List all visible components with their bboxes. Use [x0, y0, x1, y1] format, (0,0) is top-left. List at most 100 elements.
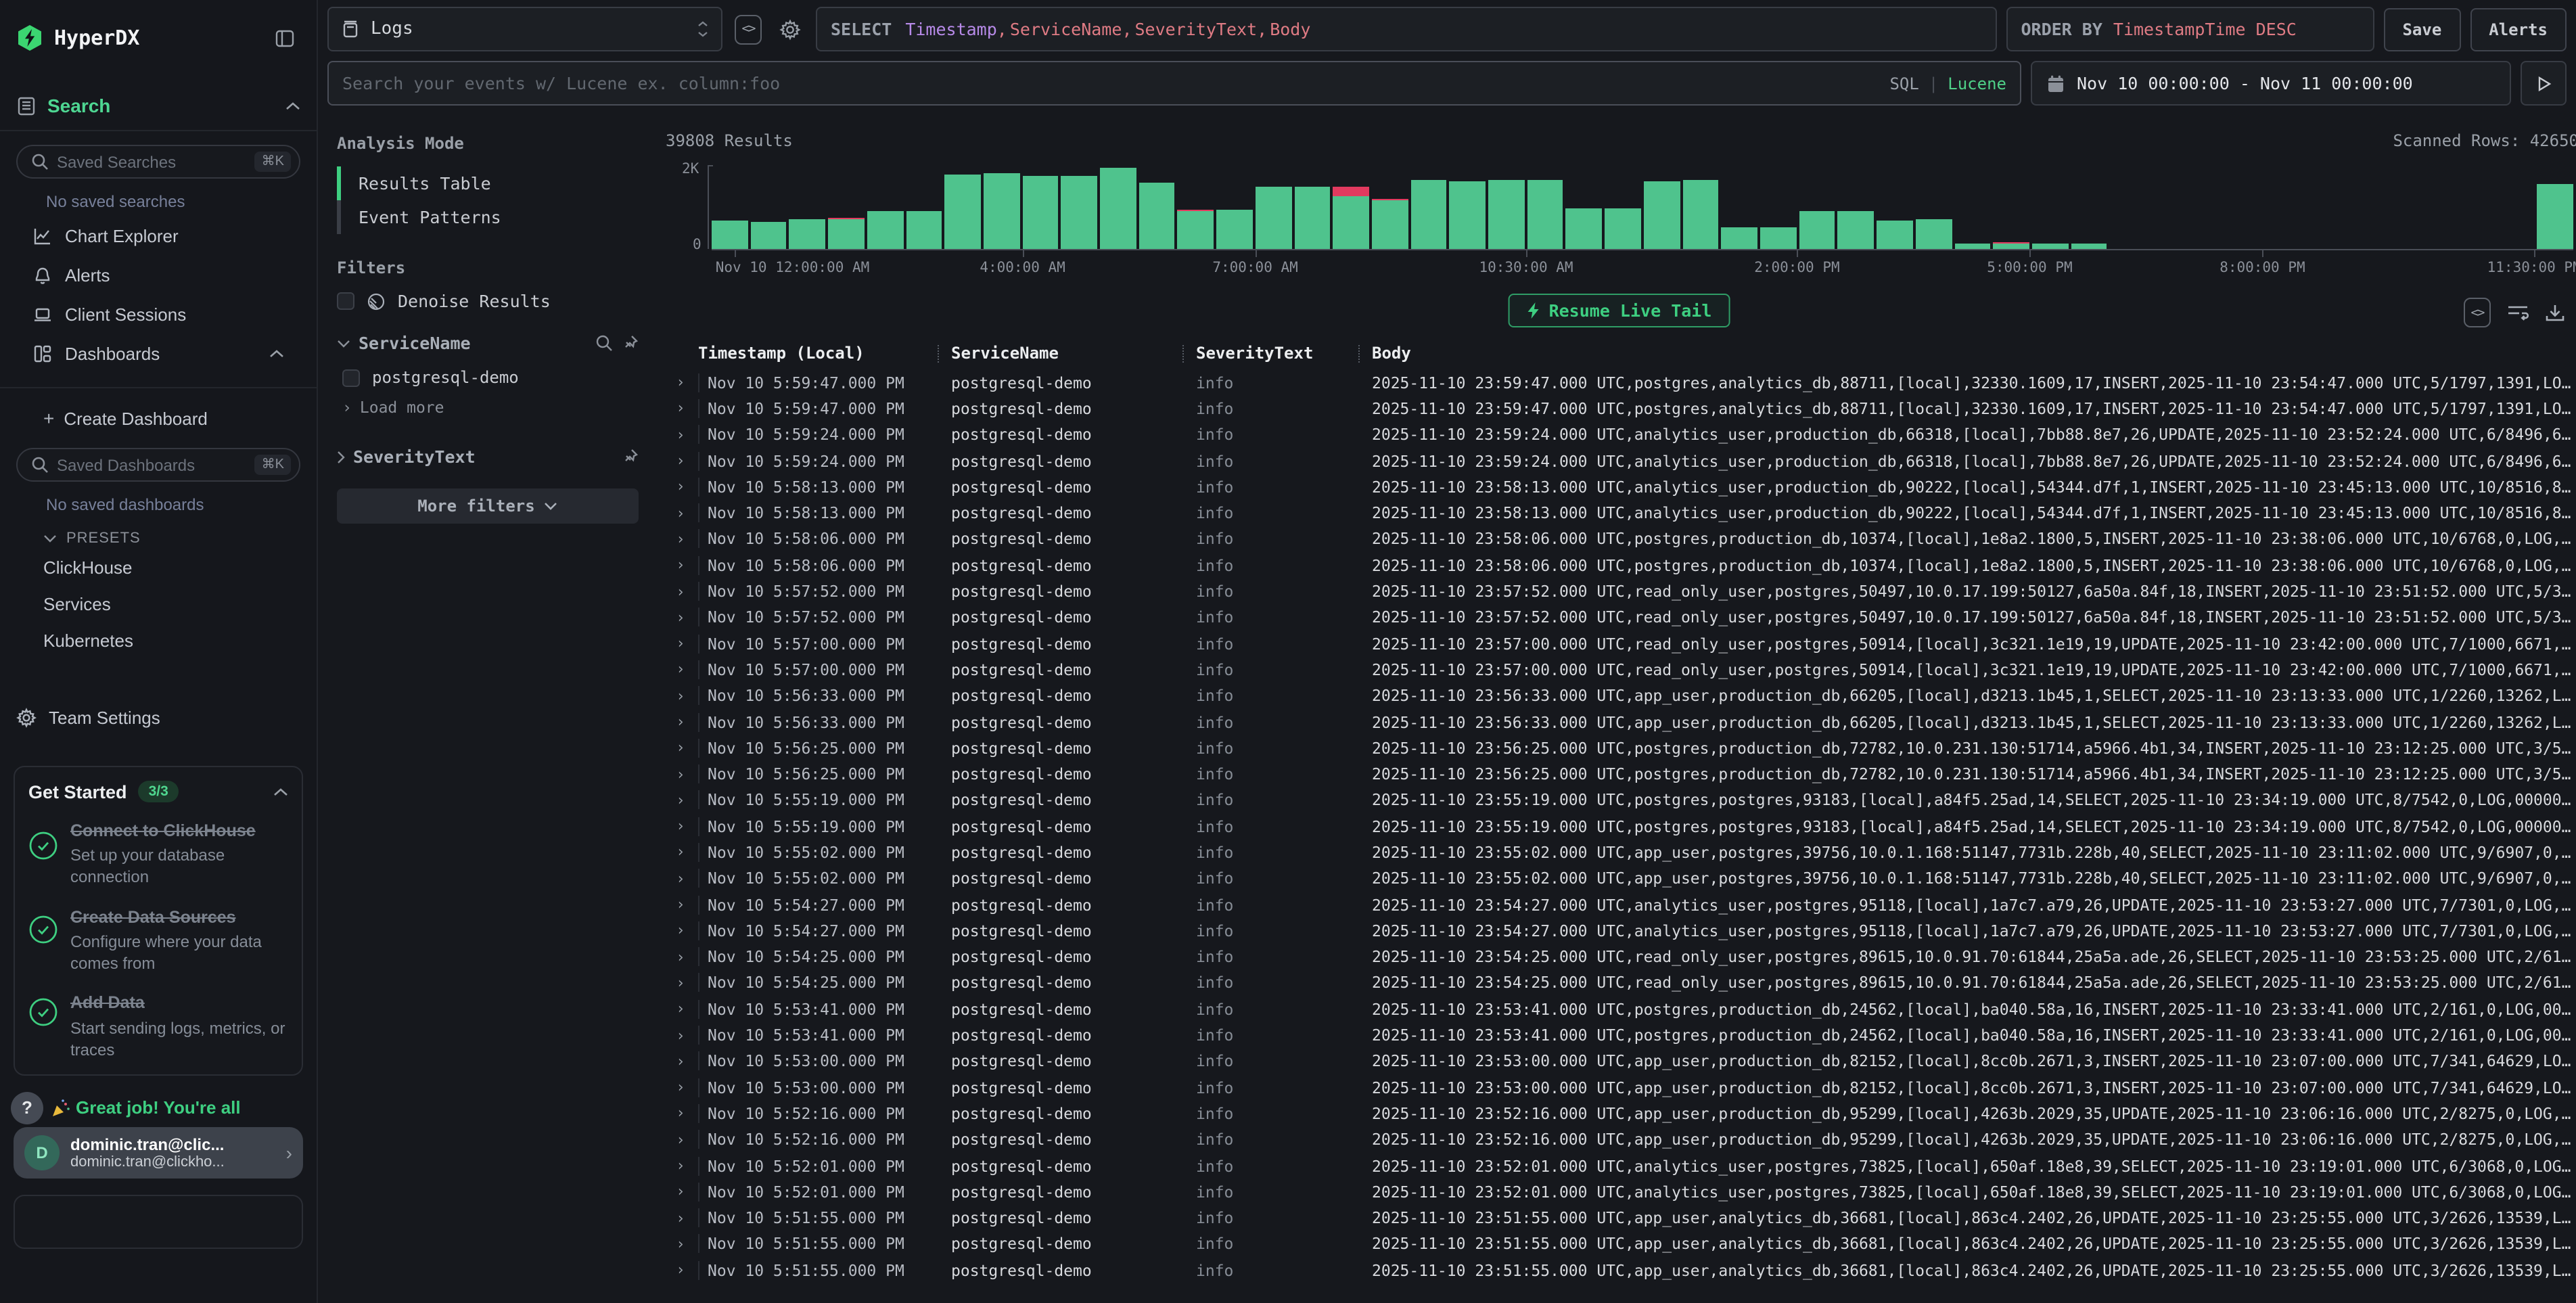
saved-dashboards-input[interactable]: [57, 455, 247, 474]
table-row[interactable]: ›Nov 10 5:52:01.000 PMpostgresql-demoinf…: [663, 1179, 2576, 1205]
table-row[interactable]: ›Nov 10 5:57:52.000 PMpostgresql-demoinf…: [663, 578, 2576, 605]
table-row[interactable]: ›Nov 10 5:54:27.000 PMpostgresql-demoinf…: [663, 917, 2576, 944]
orderby-input[interactable]: ORDER BY TimestampTime DESC: [2006, 7, 2374, 51]
col-servicename[interactable]: ServiceName: [951, 344, 1059, 363]
histogram-bar[interactable]: [1216, 210, 1252, 249]
row-expand-icon[interactable]: ›: [663, 1078, 698, 1096]
row-expand-icon[interactable]: ›: [663, 792, 698, 809]
histogram-bar[interactable]: [1488, 179, 1524, 249]
event-search-box[interactable]: SQL | Lucene: [327, 61, 2021, 106]
facet-value-postgresql-demo[interactable]: postgresql-demo: [337, 364, 639, 391]
row-expand-icon[interactable]: ›: [663, 1001, 698, 1018]
row-expand-icon[interactable]: ›: [663, 974, 698, 992]
histogram-bar[interactable]: [1450, 181, 1486, 249]
mode-results-table[interactable]: Results Table: [337, 166, 639, 200]
histogram-bar[interactable]: [1566, 209, 1602, 249]
histogram-bar[interactable]: [1722, 227, 1757, 249]
histogram-bar[interactable]: [1372, 199, 1408, 249]
histogram-bar[interactable]: [1682, 181, 1718, 249]
checkbox[interactable]: [337, 292, 354, 310]
facet-severitytext[interactable]: SeverityText: [337, 447, 639, 467]
histogram-bar[interactable]: [1838, 210, 1874, 249]
table-row[interactable]: ›Nov 10 5:55:19.000 PMpostgresql-demoinf…: [663, 813, 2576, 840]
events-histogram[interactable]: 2K 0 Nov 10 12:00:00 AM4:00:00 AM7:00:00…: [663, 161, 2573, 280]
row-expand-icon[interactable]: ›: [663, 1105, 698, 1122]
row-expand-icon[interactable]: ›: [663, 765, 698, 783]
col-severitytext[interactable]: SeverityText: [1196, 344, 1313, 363]
histogram-bar[interactable]: [1527, 181, 1563, 249]
presets-toggle[interactable]: PRESETS: [16, 520, 300, 549]
column-resize-handle[interactable]: [1182, 344, 1184, 362]
row-expand-icon[interactable]: ›: [663, 1183, 698, 1201]
histogram-bar[interactable]: [1760, 227, 1796, 249]
histogram-bar[interactable]: [2032, 244, 2068, 249]
table-row[interactable]: ›Nov 10 5:56:33.000 PMpostgresql-demoinf…: [663, 683, 2576, 709]
table-row[interactable]: ›Nov 10 5:54:25.000 PMpostgresql-demoinf…: [663, 944, 2576, 970]
sidebar-item-chart-explorer[interactable]: Chart Explorer: [16, 216, 300, 256]
histogram-bar[interactable]: [1954, 244, 1990, 249]
histogram-bar[interactable]: [1799, 211, 1835, 249]
row-expand-icon[interactable]: ›: [663, 870, 698, 888]
histogram-bar[interactable]: [1061, 176, 1097, 249]
row-expand-icon[interactable]: ›: [663, 400, 698, 417]
row-expand-icon[interactable]: ›: [663, 817, 698, 835]
table-row[interactable]: ›Nov 10 5:57:00.000 PMpostgresql-demoinf…: [663, 631, 2576, 657]
source-settings-button[interactable]: [774, 13, 806, 45]
row-expand-icon[interactable]: ›: [663, 687, 698, 704]
histogram-bar[interactable]: [1178, 210, 1214, 249]
table-row[interactable]: ›Nov 10 5:52:16.000 PMpostgresql-demoinf…: [663, 1101, 2576, 1127]
histogram-bar[interactable]: [1410, 181, 1446, 249]
saved-searches-box[interactable]: ⌘K: [16, 145, 300, 179]
histogram-bar[interactable]: [1294, 187, 1330, 249]
select-columns-input[interactable]: SELECT Timestamp ServiceName SeverityTex…: [816, 7, 1996, 51]
histogram-bar[interactable]: [1605, 208, 1640, 249]
table-row[interactable]: ›Nov 10 5:51:55.000 PMpostgresql-demoinf…: [663, 1205, 2576, 1231]
sidebar-item-client-sessions[interactable]: Client Sessions: [16, 295, 300, 334]
table-row[interactable]: ›Nov 10 5:53:41.000 PMpostgresql-demoinf…: [663, 1022, 2576, 1049]
event-search-input[interactable]: [342, 73, 1879, 93]
mode-event-patterns[interactable]: Event Patterns: [337, 200, 639, 234]
sidebar-item-team-settings[interactable]: Team Settings: [0, 689, 317, 747]
row-expand-icon[interactable]: ›: [663, 661, 698, 679]
more-filters-button[interactable]: More filters: [337, 488, 639, 524]
row-expand-icon[interactable]: ›: [663, 1131, 698, 1149]
histogram-bar[interactable]: [1993, 242, 2029, 249]
row-expand-icon[interactable]: ›: [663, 556, 698, 574]
facet-pin-icon[interactable]: [621, 448, 639, 465]
table-row[interactable]: ›Nov 10 5:59:24.000 PMpostgresql-demoinf…: [663, 421, 2576, 448]
sidebar-collapse-icon[interactable]: [268, 22, 300, 54]
preset-kubernetes[interactable]: Kubernetes: [16, 622, 300, 659]
column-resize-handle[interactable]: [1358, 344, 1360, 362]
row-expand-icon[interactable]: ›: [663, 1157, 698, 1174]
histogram-bar[interactable]: [789, 219, 825, 249]
alerts-button[interactable]: Alerts: [2470, 7, 2567, 51]
histogram-bar[interactable]: [906, 211, 942, 249]
col-timestamp[interactable]: Timestamp (Local): [698, 344, 865, 363]
saved-dashboards-box[interactable]: ⌘K: [16, 448, 300, 482]
table-row[interactable]: ›Nov 10 5:59:24.000 PMpostgresql-demoinf…: [663, 448, 2576, 474]
create-dashboard-button[interactable]: + Create Dashboard: [16, 394, 300, 437]
row-expand-icon[interactable]: ›: [663, 1261, 698, 1279]
histogram-bar[interactable]: [750, 221, 786, 249]
denoise-results-toggle[interactable]: Denoise Results: [337, 291, 639, 311]
get-started-item[interactable]: Connect to ClickHouse Set up your databa…: [28, 820, 288, 888]
save-button[interactable]: Save: [2383, 7, 2460, 51]
histogram-bar[interactable]: [867, 211, 903, 249]
histogram-bar[interactable]: [1333, 187, 1369, 249]
get-started-item[interactable]: Add Data Start sending logs, metrics, or…: [28, 992, 288, 1061]
row-expand-icon[interactable]: ›: [663, 582, 698, 600]
histogram-bar[interactable]: [1022, 177, 1058, 249]
checkbox[interactable]: [342, 369, 360, 386]
table-row[interactable]: ›Nov 10 5:56:25.000 PMpostgresql-demoinf…: [663, 735, 2576, 761]
resume-live-tail-button[interactable]: Resume Live Tail: [1509, 294, 1731, 327]
table-row[interactable]: ›Nov 10 5:55:02.000 PMpostgresql-demoinf…: [663, 840, 2576, 866]
row-expand-icon[interactable]: ›: [663, 426, 698, 443]
chevron-up-icon[interactable]: [273, 787, 288, 796]
wrap-lines-icon[interactable]: [2507, 303, 2529, 322]
histogram-bar[interactable]: [1916, 220, 1952, 249]
help-button[interactable]: ?: [11, 1092, 43, 1124]
source-schema-button[interactable]: <>: [732, 13, 764, 45]
histogram-bar[interactable]: [1138, 182, 1174, 249]
row-expand-icon[interactable]: ›: [663, 1026, 698, 1044]
table-row[interactable]: ›Nov 10 5:57:52.000 PMpostgresql-demoinf…: [663, 604, 2576, 631]
